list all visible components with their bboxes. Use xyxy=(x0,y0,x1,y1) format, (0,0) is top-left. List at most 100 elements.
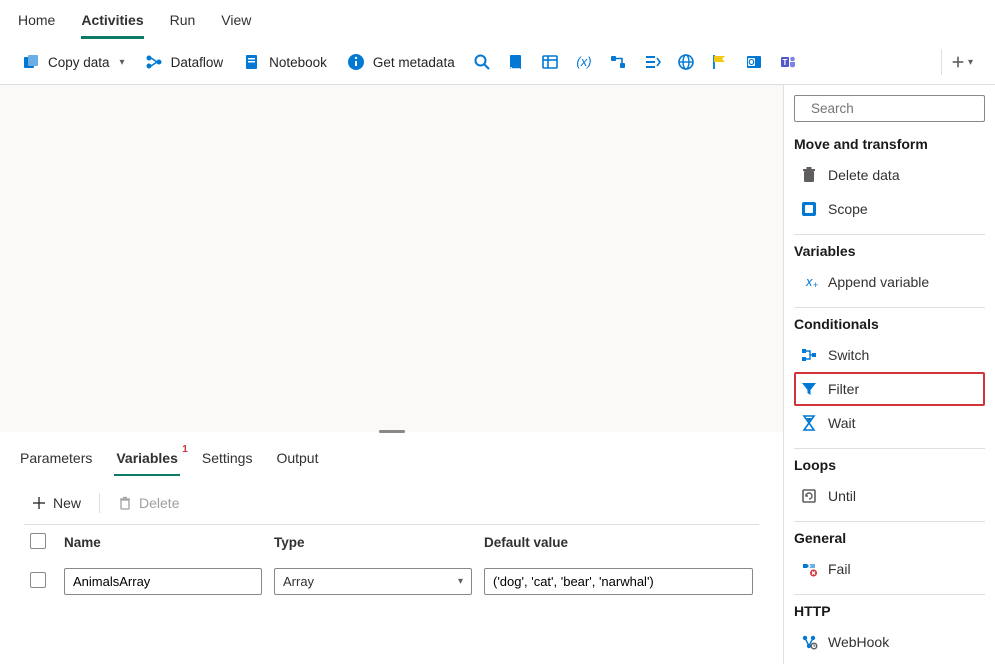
panel-item-delete-data[interactable]: Delete data xyxy=(794,158,985,192)
panel-item-wait[interactable]: Wait xyxy=(794,406,985,440)
panel-item-switch[interactable]: Switch xyxy=(794,338,985,372)
trash-icon xyxy=(118,496,132,510)
plus-icon xyxy=(32,496,46,510)
magnifier-icon xyxy=(473,53,491,71)
until-loop-icon xyxy=(800,487,818,505)
delete-variable-button[interactable]: Delete xyxy=(110,490,187,516)
append-variable-icon: x+ xyxy=(800,273,818,291)
list-arrow-icon xyxy=(643,53,661,71)
switch-icon xyxy=(800,346,818,364)
table-row: Array ▾ xyxy=(24,562,759,603)
svg-text:(x): (x) xyxy=(576,54,591,69)
variables-count-badge: 1 xyxy=(182,444,188,455)
table-header-row: Name Type Default value xyxy=(24,525,759,563)
tab-activities[interactable]: Activities xyxy=(81,8,143,39)
pipeline-icon xyxy=(609,53,627,71)
activity-search[interactable] xyxy=(794,95,985,122)
panel-item-label: Until xyxy=(828,488,856,504)
panel-item-label: Scope xyxy=(828,201,868,217)
dataflow-icon xyxy=(145,53,163,71)
panel-item-label: Delete data xyxy=(828,167,900,183)
main-area: Parameters Variables 1 Settings Output N… xyxy=(0,85,995,664)
flag-icon xyxy=(711,53,729,71)
list-icon-button[interactable] xyxy=(637,48,667,76)
add-activity-button[interactable]: ▾ xyxy=(941,49,981,75)
tab-variables[interactable]: Variables 1 xyxy=(114,446,180,476)
notebook-icon xyxy=(243,53,261,71)
variable-name-input[interactable] xyxy=(64,568,262,595)
activity-panel: Move and transform Delete data Scope Var… xyxy=(783,85,995,664)
variables-toolbar: New Delete xyxy=(0,476,783,524)
tab-settings[interactable]: Settings xyxy=(200,446,255,476)
section-general-title: General xyxy=(794,530,985,546)
chevron-down-icon: ▾ xyxy=(458,576,463,587)
panel-item-label: Switch xyxy=(828,347,869,363)
panel-item-fail[interactable]: Fail xyxy=(794,552,985,586)
chevron-down-icon: ▾ xyxy=(120,57,125,68)
section-loops-title: Loops xyxy=(794,457,985,473)
panel-divider xyxy=(794,234,985,235)
properties-tabs: Parameters Variables 1 Settings Output xyxy=(0,436,783,476)
new-variable-button[interactable]: New xyxy=(24,490,89,516)
tab-run[interactable]: Run xyxy=(170,8,196,39)
col-default: Default value xyxy=(478,525,759,563)
panel-item-append-variable[interactable]: x+ Append variable xyxy=(794,265,985,299)
variable-icon-button[interactable]: (x) xyxy=(569,48,599,76)
panel-divider xyxy=(794,448,985,449)
panel-item-until[interactable]: Until xyxy=(794,479,985,513)
tab-home[interactable]: Home xyxy=(18,8,55,39)
panel-item-label: WebHook xyxy=(828,634,889,650)
copy-data-label: Copy data xyxy=(48,55,110,70)
chevron-down-icon: ▾ xyxy=(968,57,973,68)
panel-item-webhook[interactable]: WebHook xyxy=(794,625,985,659)
svg-text:+: + xyxy=(813,280,818,290)
col-name: Name xyxy=(58,525,268,563)
sproc-icon-button[interactable] xyxy=(535,48,565,76)
select-all-checkbox[interactable] xyxy=(30,533,46,549)
panel-item-label: Fail xyxy=(828,561,851,577)
web-icon-button[interactable] xyxy=(671,48,701,76)
trash-icon xyxy=(800,166,818,184)
panel-item-scope[interactable]: Scope xyxy=(794,192,985,226)
variables-table: Name Type Default value Array ▾ xyxy=(24,524,759,603)
svg-text:T: T xyxy=(782,58,787,67)
script-icon-button[interactable] xyxy=(501,48,531,76)
section-move-title: Move and transform xyxy=(794,136,985,152)
lookup-icon-button[interactable] xyxy=(467,48,497,76)
get-metadata-button[interactable]: Get metadata xyxy=(339,48,463,76)
variable-default-input[interactable] xyxy=(484,568,753,595)
copy-data-button[interactable]: Copy data ▾ xyxy=(14,48,133,76)
script-icon xyxy=(507,53,525,71)
top-tabs: Home Activities Run View xyxy=(0,0,995,40)
kql-icon-button[interactable] xyxy=(705,48,735,76)
dataflow-button[interactable]: Dataflow xyxy=(137,48,232,76)
notebook-button[interactable]: Notebook xyxy=(235,48,335,76)
scope-icon xyxy=(800,200,818,218)
dataflow-label: Dataflow xyxy=(171,55,224,70)
panel-item-label: Wait xyxy=(828,415,855,431)
teams-icon: T xyxy=(779,53,797,71)
section-variables-title: Variables xyxy=(794,243,985,259)
activity-search-input[interactable] xyxy=(811,101,988,116)
new-variable-label: New xyxy=(53,495,81,511)
variable-type-select[interactable]: Array ▾ xyxy=(274,568,472,595)
teams-icon-button[interactable]: T xyxy=(773,48,803,76)
tab-view[interactable]: View xyxy=(221,8,251,39)
section-conditionals-title: Conditionals xyxy=(794,316,985,332)
variable-type-value: Array xyxy=(283,574,314,589)
tab-variables-label: Variables xyxy=(116,450,178,466)
hourglass-icon xyxy=(800,414,818,432)
filter-funnel-icon xyxy=(800,380,818,398)
panel-item-label: Append variable xyxy=(828,274,929,290)
panel-item-filter[interactable]: Filter xyxy=(794,372,985,406)
tab-output[interactable]: Output xyxy=(274,446,320,476)
pipeline-canvas[interactable] xyxy=(0,85,783,432)
svg-text:x: x xyxy=(805,274,813,289)
svg-text:O: O xyxy=(748,58,754,67)
tab-parameters[interactable]: Parameters xyxy=(18,446,94,476)
canvas-column: Parameters Variables 1 Settings Output N… xyxy=(0,85,783,664)
row-checkbox[interactable] xyxy=(30,572,46,588)
outlook-icon-button[interactable]: O xyxy=(739,48,769,76)
plus-icon xyxy=(950,54,966,70)
pipeline-icon-button[interactable] xyxy=(603,48,633,76)
